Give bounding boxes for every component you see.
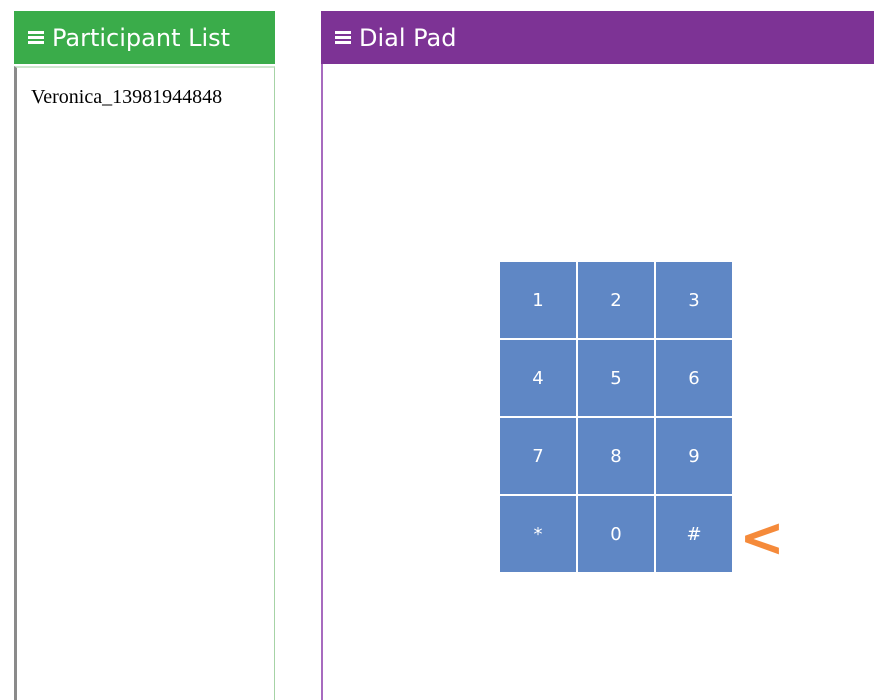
- dial-key-hash[interactable]: #: [656, 496, 732, 572]
- dial-key-3[interactable]: 3: [656, 262, 732, 338]
- participant-item[interactable]: Veronica_13981944848: [31, 86, 222, 109]
- hamburger-icon[interactable]: [28, 31, 44, 44]
- dial-key-2[interactable]: 2: [578, 262, 654, 338]
- dial-key-0[interactable]: 0: [578, 496, 654, 572]
- dial-pad-header[interactable]: Dial Pad: [321, 11, 874, 64]
- dial-pad-title: Dial Pad: [359, 23, 457, 52]
- participant-list-body: Veronica_13981944848: [14, 66, 275, 700]
- dial-key-4[interactable]: 4: [500, 340, 576, 416]
- dial-keypad: 1 2 3 4 5 6 7 8 9 * 0 #: [500, 262, 733, 573]
- backspace-icon[interactable]: <: [739, 510, 784, 566]
- participant-list-title: Participant List: [52, 23, 231, 52]
- app-root: Participant List Veronica_13981944848 Di…: [0, 0, 874, 700]
- dial-key-star[interactable]: *: [500, 496, 576, 572]
- dial-key-8[interactable]: 8: [578, 418, 654, 494]
- dial-key-6[interactable]: 6: [656, 340, 732, 416]
- participant-list-panel: Participant List Veronica_13981944848: [14, 11, 275, 700]
- participant-list-header[interactable]: Participant List: [14, 11, 275, 64]
- dial-key-7[interactable]: 7: [500, 418, 576, 494]
- dial-key-5[interactable]: 5: [578, 340, 654, 416]
- hamburger-icon[interactable]: [335, 31, 351, 44]
- dial-key-9[interactable]: 9: [656, 418, 732, 494]
- dial-key-1[interactable]: 1: [500, 262, 576, 338]
